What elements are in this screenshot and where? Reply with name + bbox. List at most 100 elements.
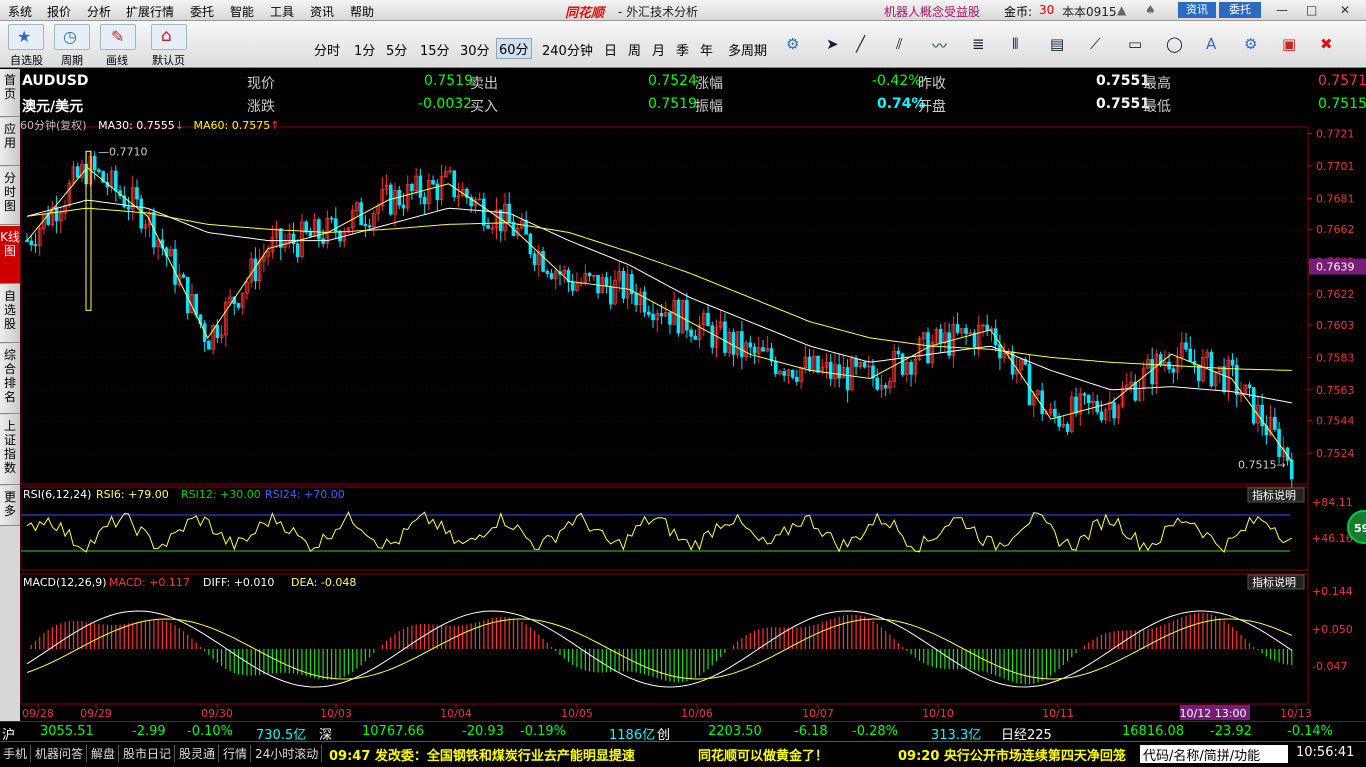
sell-label: 卖出	[470, 76, 498, 92]
candle	[139, 198, 144, 229]
menu-item-tools[interactable]: 工具	[270, 3, 294, 20]
rectangle-tool-icon[interactable]: ▭	[1128, 35, 1142, 53]
tab-apps[interactable]: 应用	[0, 118, 20, 166]
candle	[75, 166, 80, 178]
menu-item-news[interactable]: 资讯	[310, 3, 334, 20]
period-month[interactable]: 月	[652, 40, 665, 59]
promo-link[interactable]: 机器人概念受益股	[884, 3, 980, 20]
period-day[interactable]: 日	[604, 40, 617, 59]
ellipse-tool-icon[interactable]: ◯	[1166, 35, 1183, 53]
period-button[interactable]: ◷	[54, 24, 90, 50]
candle	[338, 230, 342, 242]
candle	[317, 219, 321, 240]
prev-close-label: 昨收	[918, 76, 946, 92]
y-tick-label: 0.7721	[1316, 127, 1355, 140]
tab-diary[interactable]: 股市日记	[120, 745, 176, 762]
cursor-icon[interactable]: ➤	[826, 35, 839, 53]
news-button[interactable]: 资讯	[1178, 2, 1216, 18]
search-input[interactable]: 代码/名称/简拼/功能	[1140, 745, 1288, 764]
menu-item-trade[interactable]: 委托	[190, 3, 214, 20]
menu-item-system[interactable]: 系统	[8, 3, 32, 20]
macd-tick-low: -0.047	[1312, 660, 1347, 673]
symbol-name: 澳元/美元	[22, 99, 84, 115]
gann-tool-icon[interactable]: ⟋	[1090, 35, 1101, 53]
menu-item-extended[interactable]: 扩展行情	[126, 3, 174, 20]
period-240m[interactable]: 240分钟	[542, 40, 593, 59]
trade-button[interactable]: 委托	[1219, 2, 1261, 18]
period-5m[interactable]: 5分	[386, 40, 407, 59]
period-multi[interactable]: 多周期	[728, 40, 767, 59]
bell-icon[interactable]: ▲	[1117, 3, 1126, 17]
period-30m[interactable]: 30分	[460, 40, 490, 59]
news-ticker-3[interactable]: 09:20 央行公开市场连续第四天净回笼	[898, 745, 1126, 764]
default-page-button[interactable]: ⌂	[151, 24, 187, 50]
rsi6-value: RSI6: +79.00	[96, 488, 169, 501]
tab-home[interactable]: 首页	[0, 69, 20, 117]
period-season[interactable]: 季	[676, 40, 689, 59]
shirt-icon[interactable]: ♠	[1145, 3, 1156, 17]
text-tool-icon[interactable]: A	[1206, 35, 1216, 53]
tab-sh-index[interactable]: 上证指数	[0, 415, 20, 485]
period-1m[interactable]: 1分	[354, 40, 375, 59]
tab-market[interactable]: 行情	[220, 745, 252, 762]
menu-item-smart[interactable]: 智能	[230, 3, 254, 20]
rsi-label: RSI(6,12,24)	[23, 488, 91, 501]
candle	[1234, 364, 1239, 395]
bars-tool-icon[interactable]: ⦀	[1012, 35, 1019, 53]
macd-value: MACD: +0.117	[109, 576, 190, 589]
period-year[interactable]: 年	[700, 40, 713, 59]
tab-ranking[interactable]: 综合排名	[0, 344, 20, 414]
tab-analysis[interactable]: 解盘	[88, 745, 120, 762]
candle	[422, 196, 427, 205]
x-tick-label: 10/06	[681, 707, 713, 720]
tab-watchlist[interactable]: 自选股	[0, 285, 20, 343]
period-tick[interactable]: 分时	[314, 40, 340, 59]
fib-tool-icon[interactable]: ≣	[972, 35, 985, 53]
tab-kline[interactable]: K线图	[0, 226, 20, 284]
wave-tool-icon[interactable]: 〰	[932, 35, 947, 56]
ma60-legend: MA60: 0.7575	[193, 119, 271, 132]
candle	[900, 353, 905, 375]
watchlist-button[interactable]: ★	[8, 24, 44, 50]
x-tick-label: 10/07	[802, 707, 834, 720]
close-icon[interactable]: ✕	[1340, 3, 1350, 17]
delete-icon[interactable]: ✖	[1320, 35, 1333, 53]
period-week[interactable]: 周	[628, 40, 641, 59]
sz-change: -20.93	[462, 724, 504, 739]
x-tick-label: 10/10	[922, 707, 954, 720]
tab-mobile[interactable]: 手机	[0, 745, 32, 762]
tab-stock-genie[interactable]: 股灵通	[176, 745, 220, 762]
candle	[748, 342, 753, 348]
maximize-icon[interactable]: □	[1306, 3, 1317, 17]
candle	[541, 251, 545, 272]
pencil-icon: ✎	[111, 27, 125, 46]
news-ticker-2[interactable]: 同花顺可以做黄金了！	[698, 745, 828, 764]
settings-gear-icon[interactable]: ⚙	[786, 35, 799, 53]
candle	[236, 303, 241, 308]
open-value: 0.7551	[1096, 96, 1151, 112]
news-ticker-1[interactable]: 09:47 发改委：全国钢铁和煤炭行业去产能明显提速	[329, 745, 635, 764]
menu-item-analysis[interactable]: 分析	[87, 3, 111, 20]
menu-item-help[interactable]: 帮助	[350, 3, 374, 20]
parallel-line-icon[interactable]: ⫽	[896, 35, 903, 53]
line-tool-icon[interactable]: ╱	[856, 35, 865, 53]
tab-24h-news[interactable]: 24小时滚动	[252, 745, 323, 762]
minimize-icon[interactable]: —	[1276, 3, 1288, 17]
bookmark-icon[interactable]: ▣	[1282, 35, 1296, 53]
candle	[549, 272, 554, 279]
tab-timeshare[interactable]: 分时图	[0, 167, 20, 225]
tab-robot-qa[interactable]: 机器问答	[32, 745, 88, 762]
candle	[795, 376, 799, 382]
draw-line-button[interactable]: ✎	[100, 24, 136, 50]
draw-line-label: 画线	[106, 54, 128, 67]
channel-tool-icon[interactable]: ▤	[1050, 35, 1064, 53]
period-60m[interactable]: 60分	[496, 38, 532, 59]
period-15m[interactable]: 15分	[420, 40, 450, 59]
default-page-label: 默认页	[152, 54, 185, 67]
period-label: 周期	[61, 54, 83, 67]
menu-item-quote[interactable]: 报价	[47, 3, 71, 20]
candle	[452, 170, 457, 198]
x-tick-label: 10/04	[440, 707, 472, 720]
tab-more[interactable]: 更多	[0, 486, 20, 526]
draw-settings-icon[interactable]: ⚙	[1244, 35, 1257, 53]
